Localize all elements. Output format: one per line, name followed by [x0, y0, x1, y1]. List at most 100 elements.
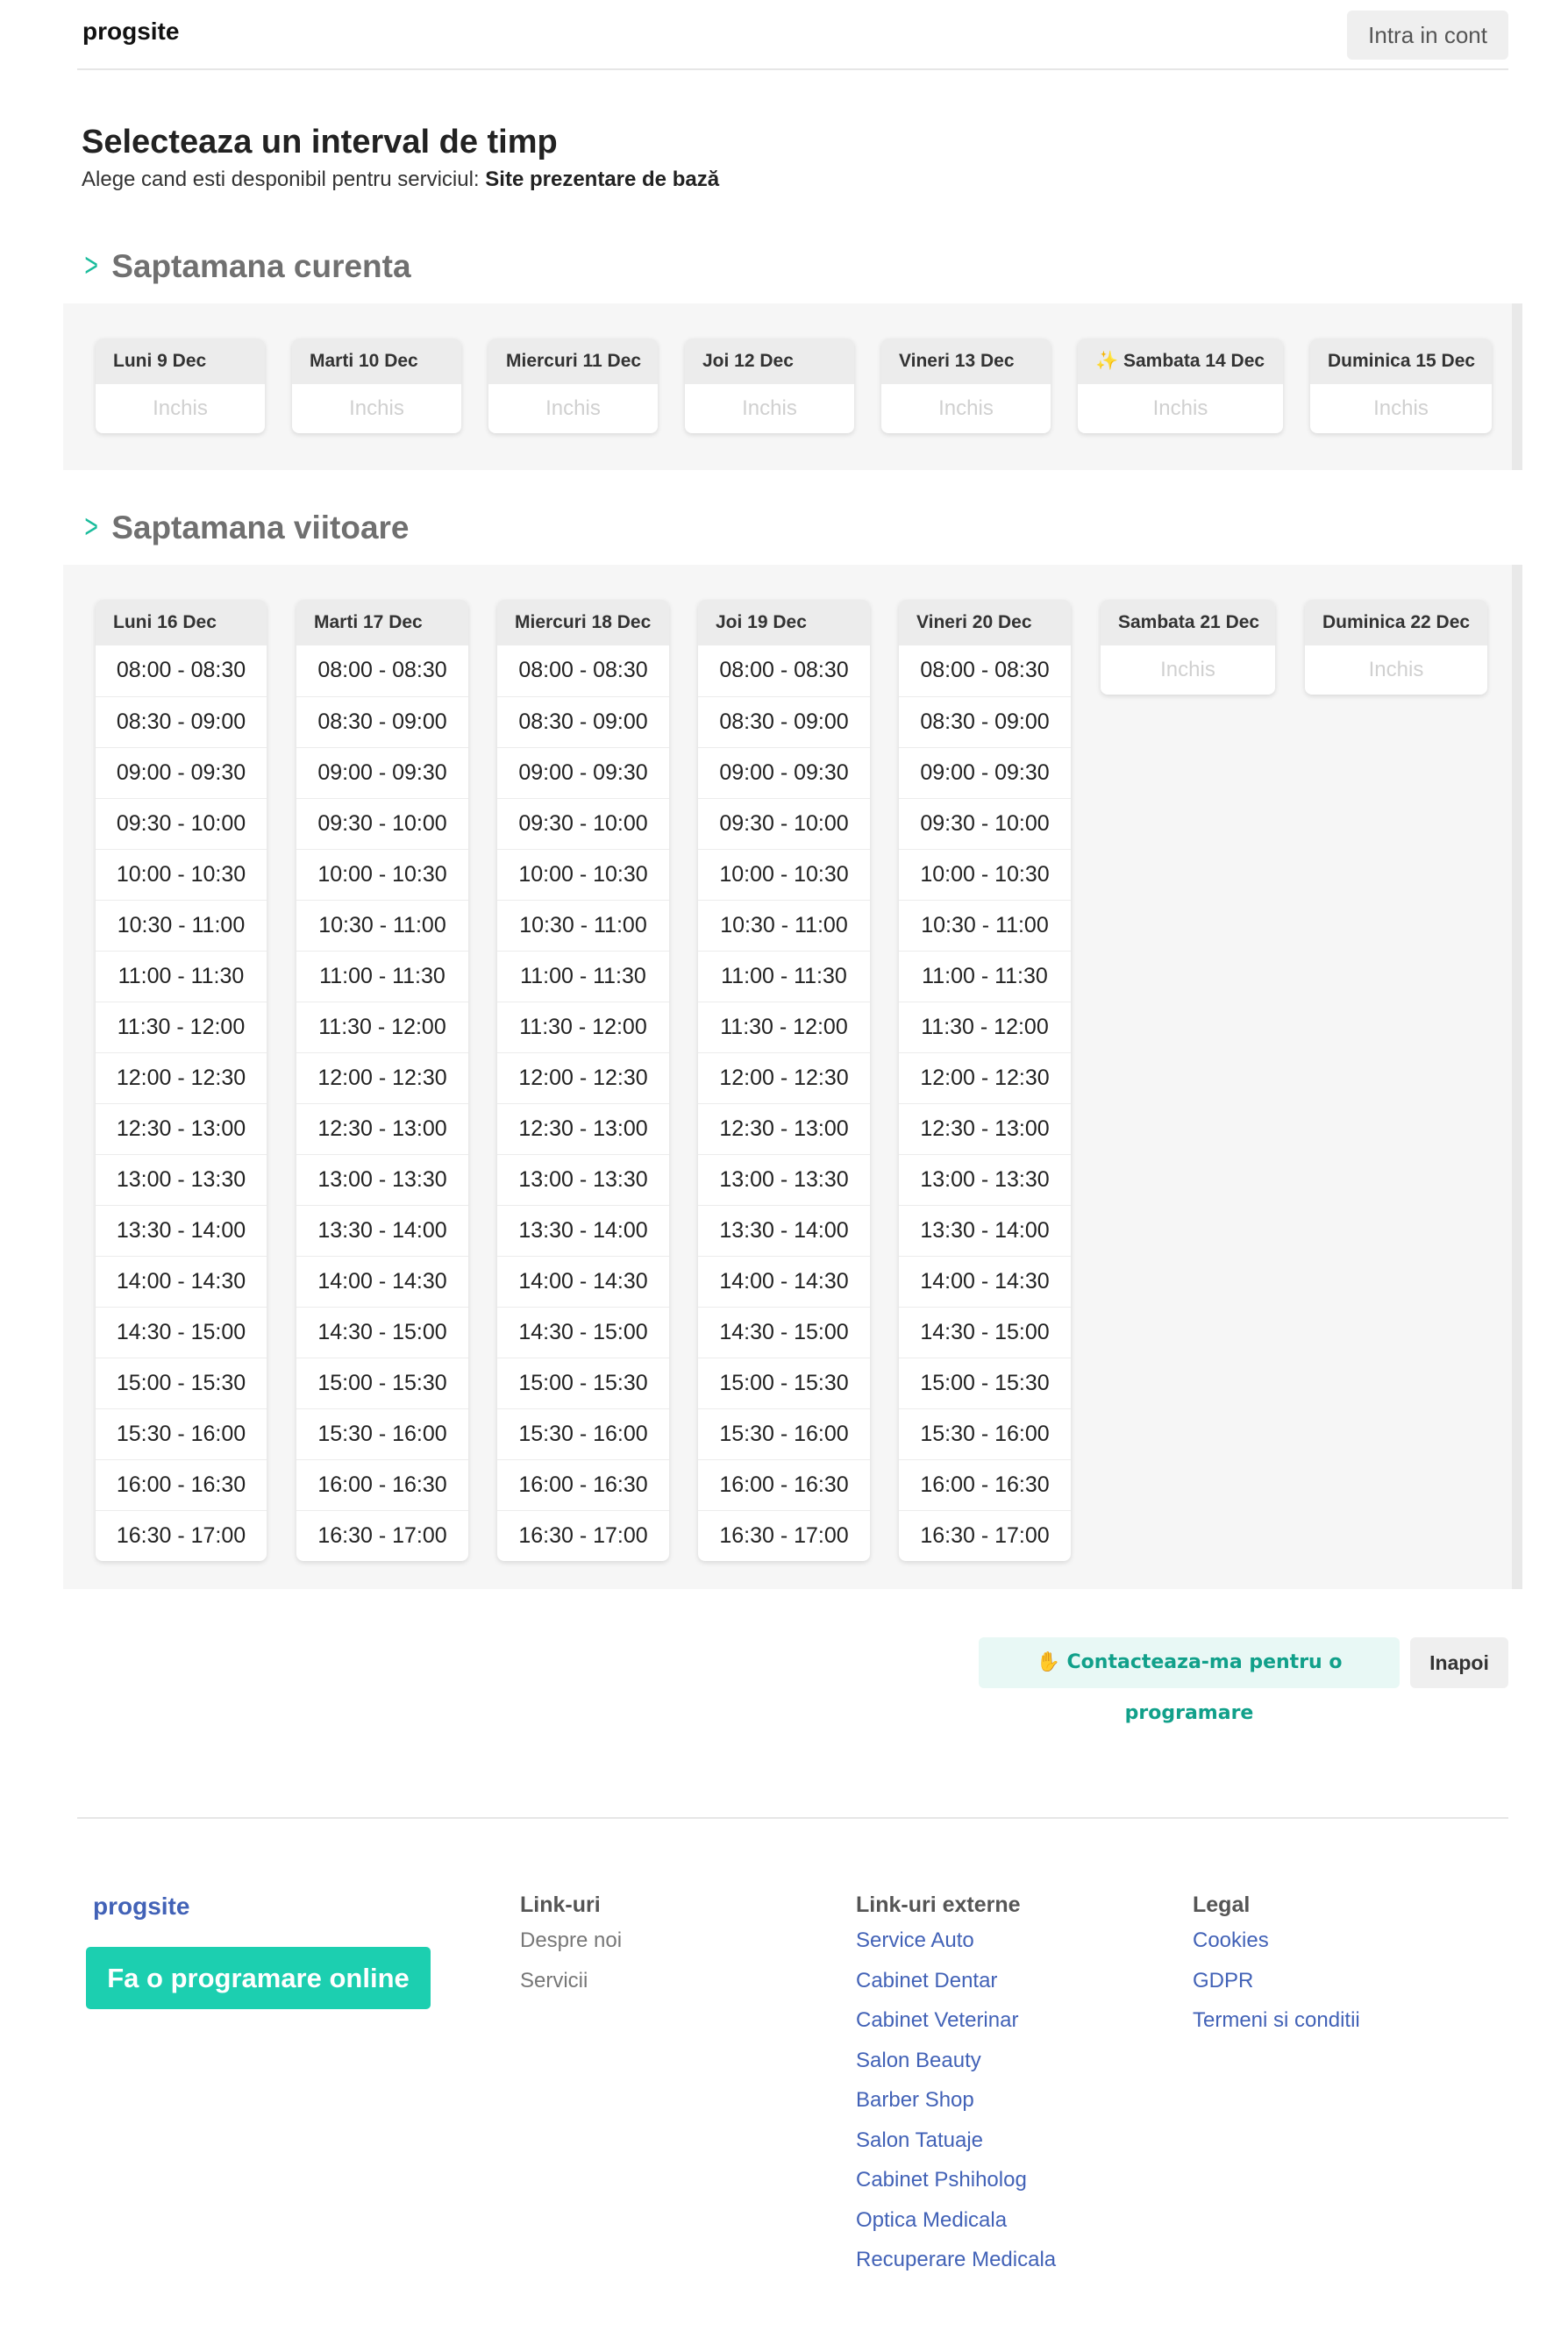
- time-slot[interactable]: 08:00 - 08:30: [96, 645, 267, 696]
- time-slot[interactable]: 12:00 - 12:30: [899, 1052, 1071, 1103]
- current-week-toggle[interactable]: > Saptamana curenta: [82, 247, 410, 285]
- time-slot[interactable]: 15:30 - 16:00: [497, 1408, 669, 1459]
- time-slot[interactable]: 16:30 - 17:00: [497, 1510, 669, 1561]
- time-slot[interactable]: 12:30 - 13:00: [497, 1103, 669, 1154]
- time-slot[interactable]: 09:30 - 10:00: [96, 798, 267, 849]
- time-slot[interactable]: 10:00 - 10:30: [497, 849, 669, 900]
- time-slot[interactable]: 16:30 - 17:00: [698, 1510, 870, 1561]
- time-slot[interactable]: 13:00 - 13:30: [96, 1154, 267, 1205]
- time-slot[interactable]: 11:00 - 11:30: [96, 951, 267, 1002]
- footer-link-service-auto[interactable]: Service Auto: [856, 1925, 1056, 1965]
- footer-link-cabinet-psiholog[interactable]: Cabinet Pshiholog: [856, 2164, 1056, 2205]
- time-slot[interactable]: 10:00 - 10:30: [96, 849, 267, 900]
- time-slot[interactable]: 11:00 - 11:30: [899, 951, 1071, 1002]
- login-button[interactable]: Intra in cont: [1347, 11, 1508, 60]
- time-slot[interactable]: 09:00 - 09:30: [698, 747, 870, 798]
- time-slot[interactable]: 10:00 - 10:30: [698, 849, 870, 900]
- time-slot[interactable]: 15:00 - 15:30: [296, 1358, 468, 1408]
- time-slot[interactable]: 11:00 - 11:30: [698, 951, 870, 1002]
- next-week-toggle[interactable]: > Saptamana viitoare: [82, 509, 409, 546]
- time-slot[interactable]: 13:30 - 14:00: [296, 1205, 468, 1256]
- time-slot[interactable]: 09:30 - 10:00: [899, 798, 1071, 849]
- footer-brand[interactable]: progsite: [93, 1893, 189, 1921]
- time-slot[interactable]: 12:30 - 13:00: [698, 1103, 870, 1154]
- time-slot[interactable]: 11:30 - 12:00: [497, 1002, 669, 1052]
- time-slot[interactable]: 12:00 - 12:30: [698, 1052, 870, 1103]
- footer-link-recuperare-medicala[interactable]: Recuperare Medicala: [856, 2244, 1056, 2285]
- footer-link-cookies[interactable]: Cookies: [1193, 1925, 1360, 1965]
- time-slot[interactable]: 09:00 - 09:30: [296, 747, 468, 798]
- time-slot[interactable]: 14:00 - 14:30: [296, 1256, 468, 1307]
- footer-link-salon-tatuaje[interactable]: Salon Tatuaje: [856, 2125, 1056, 2165]
- time-slot[interactable]: 09:30 - 10:00: [497, 798, 669, 849]
- time-slot[interactable]: 14:00 - 14:30: [899, 1256, 1071, 1307]
- time-slot[interactable]: 08:30 - 09:00: [296, 696, 468, 747]
- time-slot[interactable]: 10:30 - 11:00: [899, 900, 1071, 951]
- time-slot[interactable]: 15:30 - 16:00: [296, 1408, 468, 1459]
- time-slot[interactable]: 15:00 - 15:30: [497, 1358, 669, 1408]
- time-slot[interactable]: 16:00 - 16:30: [497, 1459, 669, 1510]
- time-slot[interactable]: 14:30 - 15:00: [698, 1307, 870, 1358]
- time-slot[interactable]: 10:30 - 11:00: [96, 900, 267, 951]
- time-slot[interactable]: 16:00 - 16:30: [899, 1459, 1071, 1510]
- time-slot[interactable]: 08:30 - 09:00: [899, 696, 1071, 747]
- time-slot[interactable]: 11:00 - 11:30: [497, 951, 669, 1002]
- time-slot[interactable]: 08:00 - 08:30: [296, 645, 468, 696]
- time-slot[interactable]: 14:00 - 14:30: [698, 1256, 870, 1307]
- footer-link-salon-beauty[interactable]: Salon Beauty: [856, 2045, 1056, 2085]
- time-slot[interactable]: 12:00 - 12:30: [96, 1052, 267, 1103]
- time-slot[interactable]: 16:00 - 16:30: [96, 1459, 267, 1510]
- time-slot[interactable]: 13:00 - 13:30: [698, 1154, 870, 1205]
- footer-link-services[interactable]: Servicii: [520, 1965, 622, 2006]
- time-slot[interactable]: 13:30 - 14:00: [96, 1205, 267, 1256]
- time-slot[interactable]: 11:30 - 12:00: [96, 1002, 267, 1052]
- time-slot[interactable]: 16:30 - 17:00: [899, 1510, 1071, 1561]
- footer-link-cabinet-veterinar[interactable]: Cabinet Veterinar: [856, 2005, 1056, 2045]
- time-slot[interactable]: 08:00 - 08:30: [899, 645, 1071, 696]
- footer-link-barber-shop[interactable]: Barber Shop: [856, 2085, 1056, 2125]
- time-slot[interactable]: 16:30 - 17:00: [296, 1510, 468, 1561]
- time-slot[interactable]: 12:30 - 13:00: [899, 1103, 1071, 1154]
- time-slot[interactable]: 14:30 - 15:00: [899, 1307, 1071, 1358]
- time-slot[interactable]: 14:00 - 14:30: [497, 1256, 669, 1307]
- back-button[interactable]: Inapoi: [1410, 1637, 1508, 1688]
- time-slot[interactable]: 10:30 - 11:00: [698, 900, 870, 951]
- time-slot[interactable]: 08:00 - 08:30: [698, 645, 870, 696]
- footer-link-gdpr[interactable]: GDPR: [1193, 1965, 1360, 2006]
- time-slot[interactable]: 15:30 - 16:00: [698, 1408, 870, 1459]
- time-slot[interactable]: 09:30 - 10:00: [296, 798, 468, 849]
- time-slot[interactable]: 15:00 - 15:30: [698, 1358, 870, 1408]
- time-slot[interactable]: 11:30 - 12:00: [296, 1002, 468, 1052]
- time-slot[interactable]: 10:30 - 11:00: [296, 900, 468, 951]
- time-slot[interactable]: 09:00 - 09:30: [96, 747, 267, 798]
- time-slot[interactable]: 12:00 - 12:30: [497, 1052, 669, 1103]
- time-slot[interactable]: 13:00 - 13:30: [296, 1154, 468, 1205]
- footer-link-about[interactable]: Despre noi: [520, 1925, 622, 1965]
- time-slot[interactable]: 10:00 - 10:30: [899, 849, 1071, 900]
- time-slot[interactable]: 10:30 - 11:00: [497, 900, 669, 951]
- time-slot[interactable]: 14:30 - 15:00: [296, 1307, 468, 1358]
- online-booking-button[interactable]: Fa o programare online: [86, 1947, 431, 2009]
- footer-link-optica-medicala[interactable]: Optica Medicala: [856, 2205, 1056, 2245]
- time-slot[interactable]: 12:30 - 13:00: [96, 1103, 267, 1154]
- time-slot[interactable]: 13:30 - 14:00: [899, 1205, 1071, 1256]
- time-slot[interactable]: 08:30 - 09:00: [96, 696, 267, 747]
- time-slot[interactable]: 13:00 - 13:30: [497, 1154, 669, 1205]
- footer-link-cabinet-dentar[interactable]: Cabinet Dentar: [856, 1965, 1056, 2006]
- time-slot[interactable]: 09:00 - 09:30: [497, 747, 669, 798]
- time-slot[interactable]: 13:00 - 13:30: [899, 1154, 1071, 1205]
- brand-logo[interactable]: progsite: [82, 18, 179, 46]
- contact-me-button[interactable]: ✋ Contacteaza-ma pentru o programare: [979, 1637, 1400, 1724]
- time-slot[interactable]: 08:00 - 08:30: [497, 645, 669, 696]
- time-slot[interactable]: 14:00 - 14:30: [96, 1256, 267, 1307]
- time-slot[interactable]: 09:00 - 09:30: [899, 747, 1071, 798]
- time-slot[interactable]: 08:30 - 09:00: [698, 696, 870, 747]
- time-slot[interactable]: 16:00 - 16:30: [698, 1459, 870, 1510]
- time-slot[interactable]: 14:30 - 15:00: [497, 1307, 669, 1358]
- time-slot[interactable]: 12:30 - 13:00: [296, 1103, 468, 1154]
- time-slot[interactable]: 13:30 - 14:00: [497, 1205, 669, 1256]
- time-slot[interactable]: 13:30 - 14:00: [698, 1205, 870, 1256]
- time-slot[interactable]: 15:00 - 15:30: [899, 1358, 1071, 1408]
- time-slot[interactable]: 09:30 - 10:00: [698, 798, 870, 849]
- time-slot[interactable]: 16:30 - 17:00: [96, 1510, 267, 1561]
